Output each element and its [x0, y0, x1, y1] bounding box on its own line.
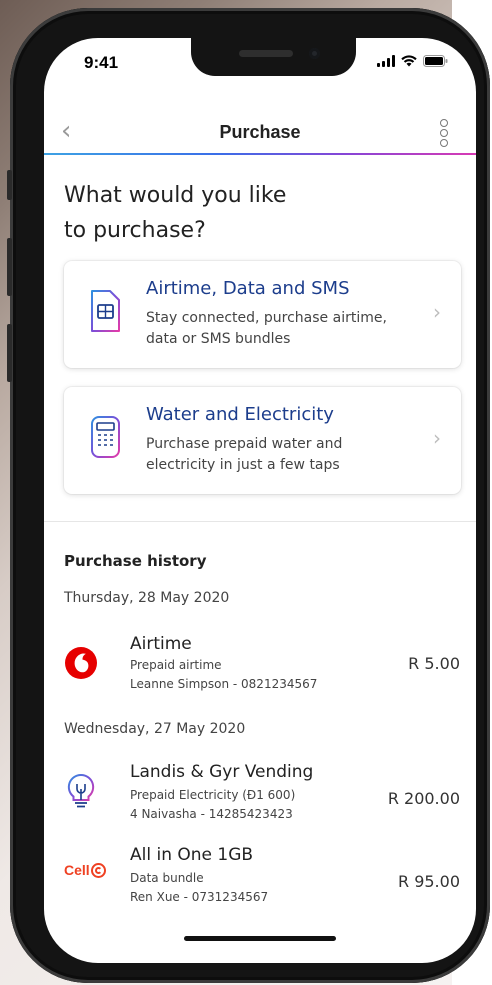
- more-options-button[interactable]: [440, 119, 448, 147]
- purchase-history-title: Purchase history: [64, 552, 207, 570]
- front-camera: [309, 48, 320, 59]
- item-amount: R 200.00: [387, 789, 460, 808]
- kebab-menu-icon: [440, 119, 448, 127]
- option-title: Airtime, Data and SMS: [146, 278, 350, 299]
- sim-card-icon: [91, 290, 120, 332]
- volume-up-button: [7, 238, 12, 296]
- phone-frame: 9:41 ‹ Purchase What would you like to p…: [7, 8, 490, 983]
- page-heading: What would you like to purchase?: [64, 183, 287, 243]
- item-type: Prepaid Electricity (Đ1 600): [130, 788, 296, 802]
- header-gradient-line: [44, 153, 476, 155]
- section-divider: [44, 521, 476, 522]
- app-screen: 9:41 ‹ Purchase What would you like to p…: [44, 38, 476, 963]
- lightbulb-icon: [67, 773, 95, 808]
- page-title: Purchase: [219, 122, 301, 142]
- item-detail: Ren Xue - 0731234567: [130, 890, 269, 904]
- mute-switch: [7, 170, 12, 200]
- status-icons: [377, 55, 448, 67]
- item-type: Prepaid airtime: [130, 658, 222, 672]
- history-item-airtime[interactable]: Airtime Prepaid airtime Leanne Simpson -…: [44, 634, 476, 704]
- option-description: Purchase prepaid water and electricity i…: [146, 436, 343, 473]
- history-item-electricity[interactable]: Landis & Gyr Vending Prepaid Electricity…: [44, 762, 476, 832]
- cellc-logo-icon: Cell: [64, 859, 112, 881]
- item-detail: Leanne Simpson - 0821234567: [130, 677, 318, 691]
- item-name: Airtime: [130, 634, 192, 654]
- history-item-data-bundle[interactable]: Cell All in One 1GB Data bundle Ren Xue …: [44, 845, 476, 915]
- item-type: Data bundle: [130, 871, 204, 885]
- meter-icon: [91, 416, 120, 458]
- home-indicator[interactable]: [184, 936, 336, 941]
- option-card-airtime[interactable]: Airtime, Data and SMS Stay connected, pu…: [64, 261, 461, 368]
- history-date: Wednesday, 27 May 2020: [64, 721, 246, 737]
- vodafone-logo-icon: [65, 647, 97, 679]
- option-title: Water and Electricity: [146, 404, 334, 425]
- cellc-c-mark: [90, 862, 106, 878]
- chevron-right-icon: ›: [433, 300, 441, 324]
- notch: [191, 38, 356, 76]
- signal-icon: [377, 55, 395, 67]
- item-detail: 4 Naivasha - 14285423423: [130, 807, 293, 821]
- volume-down-button: [7, 324, 12, 382]
- app-header: ‹ Purchase: [44, 110, 476, 154]
- option-card-water-electricity[interactable]: Water and Electricity Purchase prepaid w…: [64, 387, 461, 494]
- item-name: All in One 1GB: [130, 845, 254, 865]
- chevron-right-icon: ›: [433, 426, 441, 450]
- item-amount: R 5.00: [408, 654, 460, 673]
- status-time: 9:41: [84, 53, 119, 72]
- option-description: Stay connected, purchase airtime, data o…: [146, 310, 387, 347]
- battery-icon: [423, 55, 448, 67]
- wifi-icon: [401, 55, 417, 67]
- item-amount: R 95.00: [397, 872, 460, 891]
- item-name: Landis & Gyr Vending: [130, 762, 314, 782]
- speaker: [239, 50, 293, 57]
- history-date: Thursday, 28 May 2020: [64, 590, 230, 606]
